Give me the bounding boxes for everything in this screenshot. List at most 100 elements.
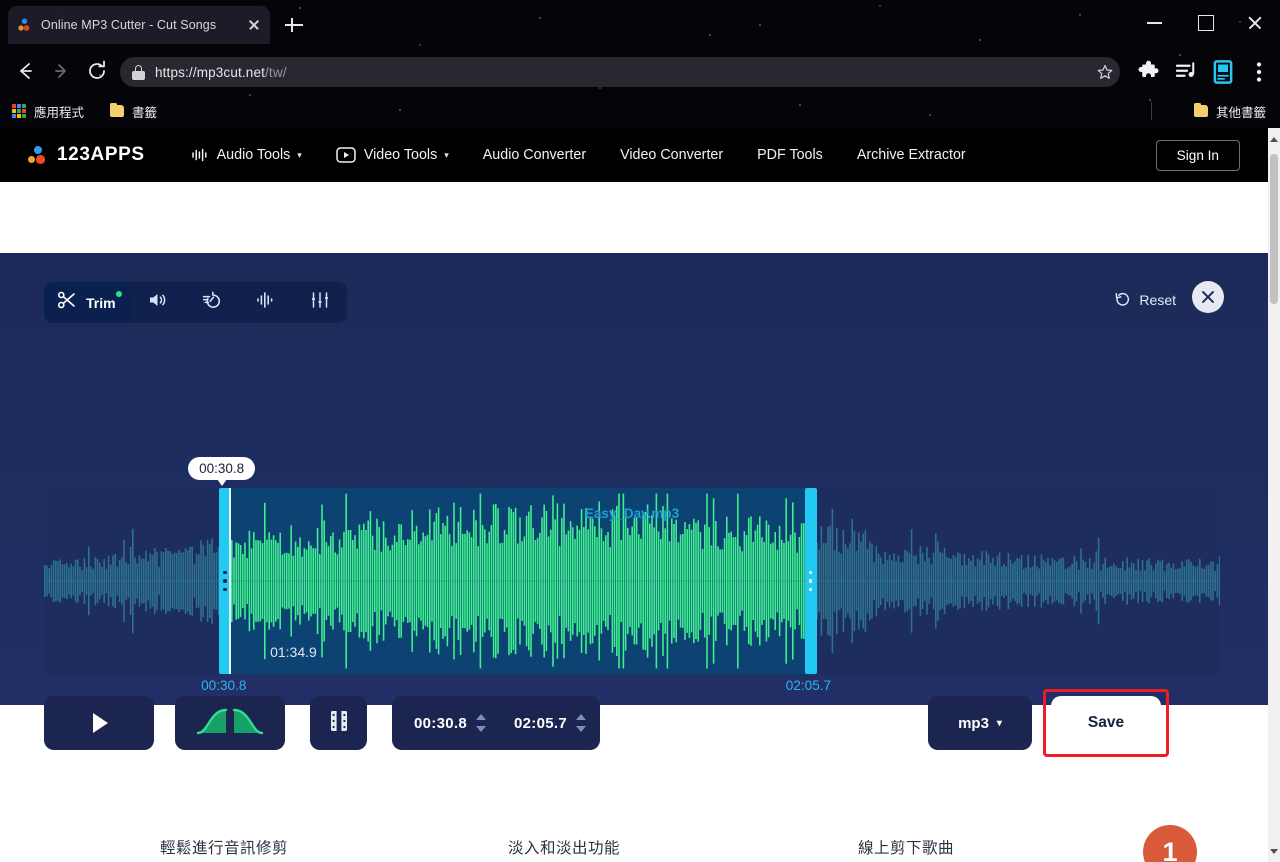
address-bar-url: https://mp3cut.net/tw/ (155, 64, 287, 80)
nav-video-tools-label: Video Tools (363, 147, 438, 163)
selection-start-line (229, 488, 231, 674)
logo-text: 123APPS (57, 144, 145, 165)
end-time-input[interactable]: 02:05.7 (514, 715, 567, 732)
format-value: mp3 ▾ (958, 714, 1002, 732)
time-range-inputs[interactable]: 00:30.8 02:05.7 (392, 696, 600, 750)
tool-trim-label: Trim (86, 294, 116, 311)
tab-title: Online MP3 Cutter - Cut Songs (41, 18, 217, 32)
close-editor-icon[interactable] (1192, 281, 1224, 313)
nav-audio-converter[interactable]: Audio Converter (483, 147, 586, 163)
folder-icon (110, 102, 124, 117)
selection-end-handle[interactable] (804, 488, 817, 674)
page-top-spacer (0, 182, 1268, 253)
bookmark-apps-label: 應用程式 (34, 105, 85, 120)
start-time-input[interactable]: 00:30.8 (414, 715, 467, 732)
feature-title-2: 淡入和淡出功能 (508, 840, 621, 857)
play-icon (93, 713, 108, 733)
speed-timer-icon (201, 289, 223, 316)
fade-button[interactable] (175, 696, 285, 750)
nav-archive-extractor[interactable]: Archive Extractor (857, 147, 966, 163)
step-badge-1: 1 (1143, 825, 1197, 862)
split-button[interactable] (310, 696, 367, 750)
window-controls (1130, 0, 1280, 44)
apps-grid-icon (12, 104, 26, 118)
tool-equalizer[interactable] (239, 282, 293, 323)
nav-audio-tools-label: Audio Tools (216, 147, 291, 163)
selection-duration-label: 01:34.9 (270, 644, 317, 660)
feature-column-3: 線上剪下歌曲 使用我們的應用程式，您無需在 (858, 836, 1178, 862)
new-tab-button[interactable] (283, 14, 305, 36)
selection-start-tooltip: 00:30.8 (188, 457, 256, 486)
tab-close-icon[interactable] (246, 17, 262, 33)
tool-effects[interactable] (293, 282, 347, 323)
tab-strip: Online MP3 Cutter - Cut Songs (0, 0, 1280, 44)
lock-icon (132, 64, 145, 80)
site-header: 123APPS Audio Tools ▾ Video Tools ▾ Audi… (0, 128, 1268, 182)
scroll-down-icon[interactable] (1268, 844, 1280, 858)
sliders-icon (309, 290, 331, 315)
nav-audio-tools[interactable]: Audio Tools ▾ (191, 147, 302, 163)
address-bar[interactable]: https://mp3cut.net/tw/ (120, 57, 1120, 87)
other-bookmarks-folder-icon (1193, 102, 1208, 117)
chevron-down-icon: ▾ (297, 149, 302, 160)
waveform-area[interactable]: Easy_Day.mp3 01:34.9 (44, 488, 1220, 674)
bookmark-apps[interactable]: 應用程式 (12, 94, 84, 128)
editor-toolbar: Trim (44, 282, 347, 323)
bookmark-folder[interactable]: 書籤 (110, 94, 157, 128)
reading-list-icon[interactable] (1208, 57, 1238, 87)
fade-in-out-icon (196, 707, 264, 740)
chevron-down-format-icon: ▾ (996, 717, 1002, 729)
nav-video-converter[interactable]: Video Converter (620, 147, 723, 163)
waveform-icon (255, 290, 277, 315)
video-play-icon (336, 146, 356, 164)
page-viewport: 123APPS Audio Tools ▾ Video Tools ▾ Audi… (0, 128, 1268, 862)
end-time-stepper[interactable] (575, 714, 586, 732)
format-dropdown[interactable]: mp3 ▾ (928, 696, 1032, 750)
reset-label: Reset (1139, 291, 1176, 308)
bookmarks-bar: 應用程式 書籤 其他書籤 (0, 94, 1280, 128)
minimize-icon[interactable] (1140, 8, 1170, 36)
selection-start-time-label: 00:30.8 (201, 678, 247, 693)
other-bookmarks-label: 其他書籤 (1215, 105, 1266, 120)
logo-dots-icon (28, 145, 48, 165)
bookmark-folder-label: 書籤 (132, 105, 158, 120)
page-scrollbar[interactable] (1268, 128, 1280, 862)
feature-title-1: 輕鬆進行音訊修剪 (160, 840, 289, 857)
site-logo[interactable]: 123APPS (28, 144, 145, 166)
tool-trim[interactable]: Trim (44, 282, 131, 323)
reset-button[interactable]: Reset (1114, 291, 1176, 308)
bookmarks-divider (1151, 102, 1152, 120)
chrome-menu-icon[interactable] (1244, 57, 1274, 87)
scissors-icon (57, 290, 77, 315)
other-bookmarks[interactable]: 其他書籤 (1193, 94, 1266, 128)
audio-editor-panel: Trim Reset Easy_Day.mp3 01:34.9 00:30.8 … (0, 253, 1268, 757)
start-time-stepper[interactable] (475, 714, 486, 732)
nav-video-tools[interactable]: Video Tools ▾ (336, 146, 449, 164)
close-window-icon[interactable] (1240, 8, 1270, 36)
browser-tab[interactable]: Online MP3 Cutter - Cut Songs (8, 6, 270, 44)
selection-end-time-label: 02:05.7 (785, 678, 832, 693)
save-button[interactable]: Save (1051, 696, 1161, 750)
chevron-down-icon-2: ▾ (444, 149, 449, 160)
tool-speed[interactable] (185, 282, 239, 323)
play-button[interactable] (44, 696, 154, 750)
tool-trim-active-dot (115, 291, 122, 297)
music-list-icon[interactable] (1172, 57, 1202, 87)
nav-pdf-tools[interactable]: PDF Tools (757, 147, 823, 163)
extensions-puzzle-icon[interactable] (1136, 57, 1166, 87)
maximize-icon[interactable] (1190, 8, 1220, 36)
feature-column-2: 淡入和淡出功能 此應用程式可使您的音訊曲目進 (508, 836, 828, 862)
forward-icon (46, 56, 76, 86)
reset-undo-icon (1114, 291, 1131, 308)
feature-title-3: 線上剪下歌曲 (858, 840, 955, 857)
favicon-123apps-icon (16, 17, 32, 33)
audio-waveform-icon (191, 147, 209, 163)
back-icon[interactable] (10, 56, 40, 86)
reload-icon[interactable] (82, 56, 112, 86)
scrollbar-thumb[interactable] (1270, 154, 1278, 304)
bookmark-star-icon[interactable] (1096, 63, 1114, 81)
tool-volume[interactable] (131, 282, 185, 323)
speaker-icon (147, 290, 169, 315)
scroll-up-icon[interactable] (1268, 132, 1280, 146)
sign-in-button[interactable]: Sign In (1155, 139, 1240, 171)
